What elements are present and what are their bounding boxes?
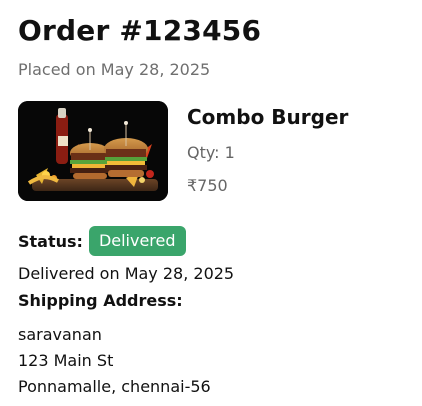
status-label: Status:	[18, 231, 83, 251]
shipping-address: saravanan 123 Main St Ponnamalle, chenna…	[18, 322, 211, 400]
order-title: Order #123456	[18, 14, 262, 47]
shipping-address-label: Shipping Address:	[18, 291, 183, 310]
burger-image	[18, 101, 168, 201]
status-badge: Delivered	[88, 226, 186, 256]
status-row: Status: Delivered	[18, 226, 186, 256]
item-price: ₹750	[187, 176, 228, 195]
address-line-name: saravanan	[18, 325, 102, 344]
address-line-city: Ponnamalle, chennai-56	[18, 377, 211, 396]
placed-date: Placed on May 28, 2025	[18, 60, 211, 79]
delivered-date: Delivered on May 28, 2025	[18, 264, 235, 283]
item-quantity: Qty: 1	[187, 143, 235, 162]
order-item: Combo Burger Qty: 1 ₹750	[18, 101, 404, 201]
order-details-page: Order #123456 Placed on May 28, 2025 Com…	[0, 0, 422, 406]
address-line-street: 123 Main St	[18, 351, 114, 370]
item-name: Combo Burger	[187, 105, 349, 129]
